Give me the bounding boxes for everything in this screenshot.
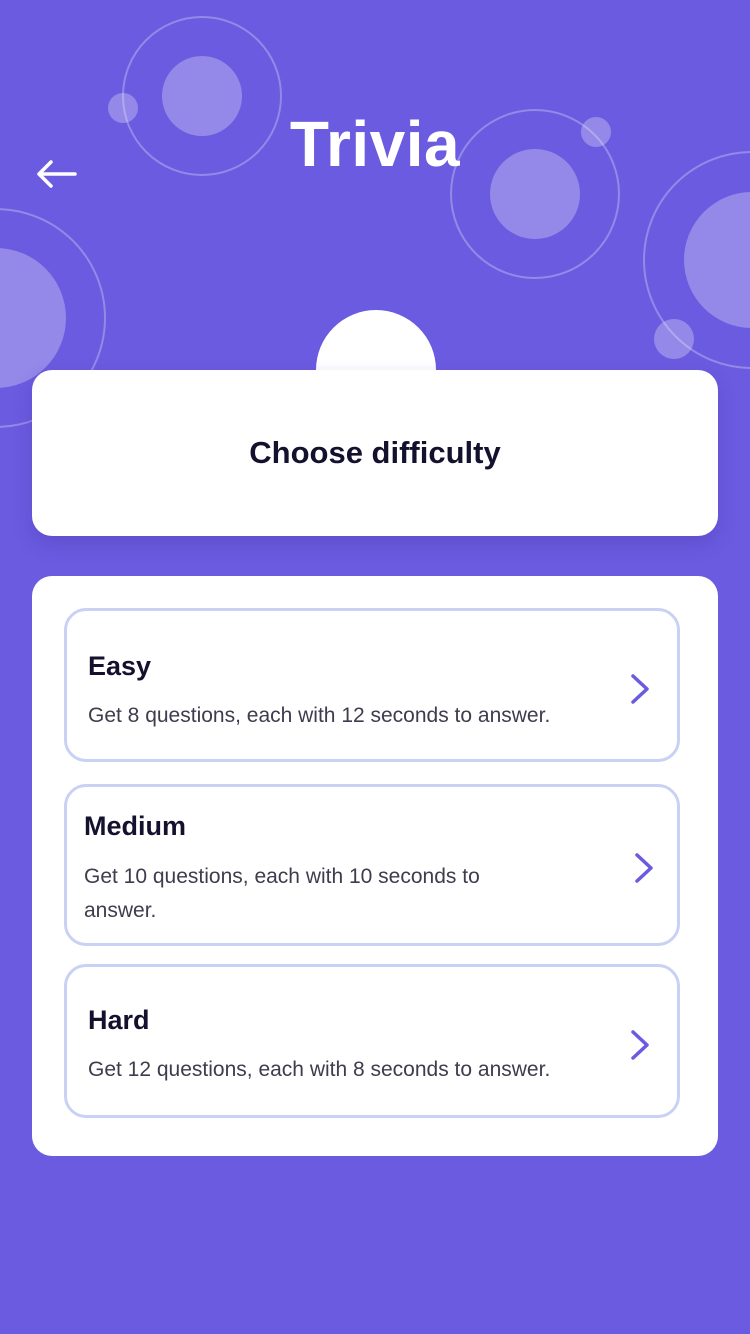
option-description: Get 12 questions, each with 8 seconds to… [88, 1058, 551, 1081]
difficulty-header-card: Choose difficulty [32, 370, 718, 536]
difficulty-option-medium[interactable]: Medium Get 10 questions, each with 10 se… [64, 784, 680, 946]
page-title: Choose difficulty [249, 435, 501, 470]
option-description: Get 10 questions, each with 10 seconds t… [84, 865, 480, 922]
option-title: Hard [88, 1005, 150, 1035]
option-description: Get 8 questions, each with 12 seconds to… [88, 704, 551, 727]
app-title: Trivia [289, 108, 461, 180]
difficulty-option-easy[interactable]: Easy Get 8 questions, each with 12 secon… [64, 608, 680, 762]
option-title: Medium [84, 811, 187, 841]
difficulty-options-panel: Easy Get 8 questions, each with 12 secon… [32, 576, 718, 1156]
chevron-right-icon [631, 1030, 649, 1060]
difficulty-option-hard[interactable]: Hard Get 12 questions, each with 8 secon… [64, 964, 680, 1118]
option-title: Easy [88, 651, 152, 681]
chevron-right-icon [635, 853, 653, 883]
chevron-right-icon [631, 674, 649, 704]
planet-decoration-right-edge [643, 151, 750, 369]
